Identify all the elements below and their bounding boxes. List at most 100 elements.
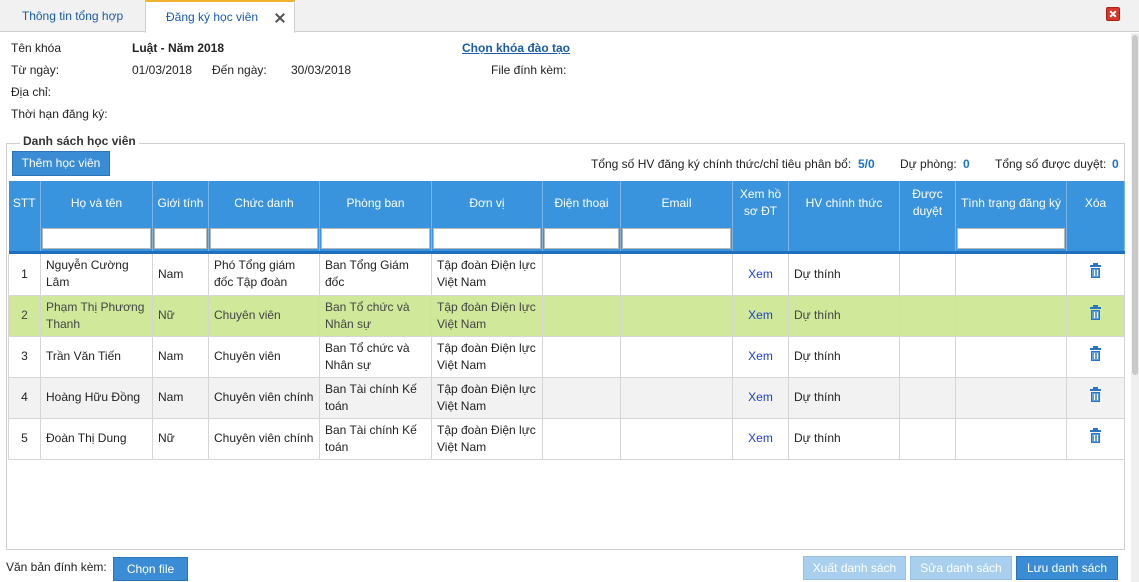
cell-title: Chuyên viên chính [208,377,320,419]
cell-title: Chuyên viên [208,295,320,337]
cell-unit: Tập đoàn Điện lực Việt Nam [431,254,543,296]
col-header-delete[interactable]: Xóa [1066,181,1125,225]
col-header-status[interactable]: Tình trạng đăng ký [955,181,1067,225]
deadline-label: Thời hạn đăng ký: [11,107,108,121]
cell-official: Dự thính [788,295,900,337]
cell-phone [542,295,621,337]
tab-register-students-label: Đăng ký học viên [166,10,259,24]
tab-summary[interactable]: Thông tin tổng hợp [0,0,145,32]
trash-icon[interactable] [1090,427,1101,443]
col-header-title[interactable]: Chức danh [208,181,320,225]
col-header-stt[interactable]: STT [8,181,41,225]
cell-name: Đoàn Thị Dung [40,418,153,460]
trash-icon[interactable] [1090,304,1101,320]
student-list-legend: Danh sách học viên [20,134,139,148]
edit-list-button[interactable]: Sửa danh sách [910,556,1012,580]
cell-email [620,418,733,460]
reserve-count-label: Dự phòng: [900,157,957,171]
cell-phone [542,418,621,460]
cell-department: Ban Tổ chức và Nhân sự [319,336,432,378]
filter-phone-input[interactable] [544,227,619,249]
cell-official: Dự thính [788,336,900,378]
trash-icon[interactable] [1090,263,1101,279]
to-date-value: 30/03/2018 [291,63,352,77]
cell-title: Phó Tổng giám đốc Tập đoàn [208,254,320,296]
filter-gender-input[interactable] [154,227,207,249]
table-row[interactable]: 1 Nguyễn Cường Lâm Nam Phó Tổng giám đốc… [8,254,1125,296]
cell-name: Hoàng Hữu Đồng [40,377,153,419]
table-row[interactable]: 3 Trần Văn Tiến Nam Chuyên viên Ban Tổ c… [8,336,1125,378]
col-header-phone[interactable]: Điện thoại [542,181,621,225]
course-label: Tên khóa [11,41,62,55]
col-header-name[interactable]: Họ và tên [40,181,153,225]
trash-icon[interactable] [1090,345,1101,361]
filter-name-input[interactable] [42,227,151,249]
table-row[interactable]: 4 Hoàng Hữu Đồng Nam Chuyên viên chính B… [8,377,1125,419]
cell-name: Trần Văn Tiến [40,336,153,378]
filter-department-input[interactable] [321,227,430,249]
cell-department: Ban Tài chính Kế toán [319,377,432,419]
col-header-approved[interactable]: Được duyệt [899,181,956,225]
view-profile-link[interactable]: Xem [748,308,773,322]
close-window-icon[interactable] [1106,7,1120,21]
attached-file-label: File đính kèm: [491,63,567,77]
export-list-button[interactable]: Xuất danh sách [803,556,906,580]
cell-email [620,336,733,378]
view-profile-link[interactable]: Xem [748,349,773,363]
cell-gender: Nam [152,254,209,296]
cell-gender: Nam [152,336,209,378]
cell-department: Ban Tổng Giám đốc [319,254,432,296]
vertical-scrollbar[interactable] [1131,33,1139,582]
col-header-official[interactable]: HV chính thức [788,181,900,225]
choose-file-button[interactable]: Chọn file [113,557,188,581]
cell-approved [899,254,956,296]
cell-status [955,418,1067,460]
cell-status [955,336,1067,378]
tab-register-students[interactable]: Đăng ký học viên [145,0,295,33]
student-table: STT Họ và tên Giới tính Chức danh Phòng … [8,181,1125,460]
filter-status-input[interactable] [957,227,1065,249]
cell-unit: Tập đoàn Điện lực Việt Nam [431,377,543,419]
cell-phone [542,336,621,378]
table-row[interactable]: 2 Phạm Thị Phương Thanh Nữ Chuyên viên B… [8,295,1125,337]
cell-status [955,254,1067,296]
save-list-button[interactable]: Lưu danh sách [1016,556,1118,580]
address-label: Địa chỉ: [11,85,52,99]
cell-email [620,254,733,296]
col-header-email[interactable]: Email [620,181,733,225]
cell-stt: 3 [8,336,41,378]
cell-stt: 1 [8,254,41,296]
view-profile-link[interactable]: Xem [748,267,773,281]
table-row[interactable]: 5 Đoàn Thị Dung Nữ Chuyên viên chính Ban… [8,418,1125,460]
cell-stt: 2 [8,295,41,337]
view-profile-link[interactable]: Xem [748,431,773,445]
close-tab-icon[interactable] [274,12,286,24]
approved-count-label: Tổng số được duyệt: [995,157,1107,171]
tab-bar: Thông tin tổng hợp Đăng ký học viên [0,0,1139,33]
choose-course-link[interactable]: Chọn khóa đào tạo [462,41,570,55]
view-profile-link[interactable]: Xem [748,390,773,404]
cell-department: Ban Tổ chức và Nhân sự [319,295,432,337]
from-date-label: Từ ngày: [11,63,60,77]
cell-gender: Nam [152,377,209,419]
cell-status [955,295,1067,337]
col-header-view-profile[interactable]: Xem hồ sơ ĐT [732,181,789,225]
cell-email [620,377,733,419]
filter-title-input[interactable] [210,227,318,249]
filter-unit-input[interactable] [433,227,541,249]
cell-approved [899,418,956,460]
filter-email-input[interactable] [622,227,731,249]
cell-stt: 4 [8,377,41,419]
table-header-row: STT Họ và tên Giới tính Chức danh Phòng … [8,181,1125,225]
cell-unit: Tập đoàn Điện lực Việt Nam [431,418,543,460]
col-header-unit[interactable]: Đơn vị [431,181,543,225]
col-header-department[interactable]: Phòng ban [319,181,432,225]
cell-official: Dự thính [788,377,900,419]
cell-phone [542,377,621,419]
from-date-value: 01/03/2018 [132,63,193,77]
trash-icon[interactable] [1090,386,1101,402]
scrollbar-thumb[interactable] [1132,35,1138,375]
reserve-count-value: 0 [963,157,970,171]
col-header-gender[interactable]: Giới tính [152,181,209,225]
add-student-button[interactable]: Thêm học viên [12,151,110,176]
